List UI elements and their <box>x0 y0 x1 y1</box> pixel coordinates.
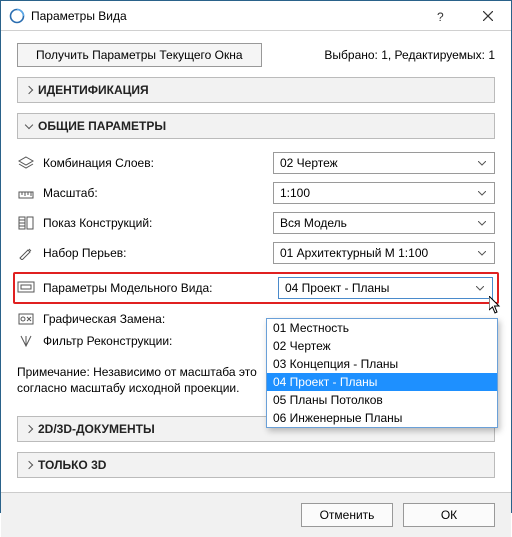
graphic-override-label: Графическая Замена: <box>43 312 265 326</box>
graphic-override-icon <box>17 312 35 326</box>
structure-display-icon <box>17 216 35 230</box>
model-view-value: 04 Проект - Планы <box>285 281 389 295</box>
model-view-icon <box>17 280 35 297</box>
chevron-down-icon <box>474 184 490 202</box>
dialog-window: Параметры Вида ? Получить Параметры Теку… <box>0 0 512 513</box>
pen-set-icon <box>17 246 35 260</box>
section-2d3d-title: 2D/3D-ДОКУМЕНТЫ <box>38 422 155 436</box>
chevron-down-icon <box>474 244 490 262</box>
svg-text:?: ? <box>437 10 444 23</box>
model-view-label: Параметры Модельного Вида: <box>43 281 270 295</box>
selection-status: Выбрано: 1, Редактируемых: 1 <box>324 48 495 62</box>
section-only3d-title: ТОЛЬКО 3D <box>38 458 106 472</box>
pen-set-label: Набор Перьев: <box>43 246 265 260</box>
dropdown-item[interactable]: 06 Инженерные Планы <box>267 409 497 427</box>
ok-button[interactable]: ОК <box>403 503 495 527</box>
section-identification[interactable]: ИДЕНТИФИКАЦИЯ <box>17 77 495 103</box>
structure-display-label: Показ Конструкций: <box>43 216 265 230</box>
scale-label: Масштаб: <box>43 186 265 200</box>
model-view-select[interactable]: 04 Проект - Планы <box>278 277 493 299</box>
chevron-down-icon <box>474 154 490 172</box>
chevron-right-icon <box>25 425 33 433</box>
scale-value: 1:100 <box>280 186 310 200</box>
cancel-button[interactable]: Отменить <box>301 503 393 527</box>
layer-combo-label: Комбинация Слоев: <box>43 156 265 170</box>
chevron-right-icon <box>25 461 33 469</box>
model-view-options-row: Параметры Модельного Вида: 04 Проект - П… <box>13 272 499 304</box>
chevron-right-icon <box>25 86 33 94</box>
layers-icon <box>17 156 35 170</box>
dropdown-item[interactable]: 05 Планы Потолков <box>267 391 497 409</box>
dialog-footer: Отменить ОК <box>1 492 511 537</box>
section-general[interactable]: ОБЩИЕ ПАРАМЕТРЫ <box>17 113 495 139</box>
model-view-dropdown[interactable]: 01 Местность 02 Чертеж 03 Концепция - Пл… <box>266 318 498 428</box>
layer-combo-value: 02 Чертеж <box>280 156 338 170</box>
section-only-3d[interactable]: ТОЛЬКО 3D <box>17 452 495 478</box>
scale-icon <box>17 186 35 200</box>
get-current-window-button[interactable]: Получить Параметры Текущего Окна <box>17 43 262 67</box>
renovation-filter-icon <box>17 334 35 348</box>
close-button[interactable] <box>465 1 511 31</box>
dropdown-item[interactable]: 02 Чертеж <box>267 337 497 355</box>
help-button[interactable]: ? <box>419 1 465 31</box>
section-general-title: ОБЩИЕ ПАРАМЕТРЫ <box>38 119 166 133</box>
chevron-down-icon <box>25 120 33 128</box>
renovation-filter-label: Фильтр Реконструкции: <box>43 334 265 348</box>
structure-display-value: Вся Модель <box>280 216 347 230</box>
structure-display-select[interactable]: Вся Модель <box>273 212 495 234</box>
dropdown-item[interactable]: 03 Концепция - Планы <box>267 355 497 373</box>
dropdown-item-selected[interactable]: 04 Проект - Планы <box>267 373 497 391</box>
chevron-down-icon <box>474 214 490 232</box>
dialog-body: Получить Параметры Текущего Окна Выбрано… <box>1 31 511 492</box>
section-identification-title: ИДЕНТИФИКАЦИЯ <box>38 83 149 97</box>
app-icon <box>9 8 25 24</box>
scale-select[interactable]: 1:100 <box>273 182 495 204</box>
pen-set-select[interactable]: 01 Архитектурный М 1:100 <box>273 242 495 264</box>
pen-set-value: 01 Архитектурный М 1:100 <box>280 246 428 260</box>
layer-combo-select[interactable]: 02 Чертеж <box>273 152 495 174</box>
titlebar: Параметры Вида ? <box>1 1 511 31</box>
titlebar-title: Параметры Вида <box>31 9 419 23</box>
chevron-down-icon <box>472 279 488 297</box>
dropdown-item[interactable]: 01 Местность <box>267 319 497 337</box>
